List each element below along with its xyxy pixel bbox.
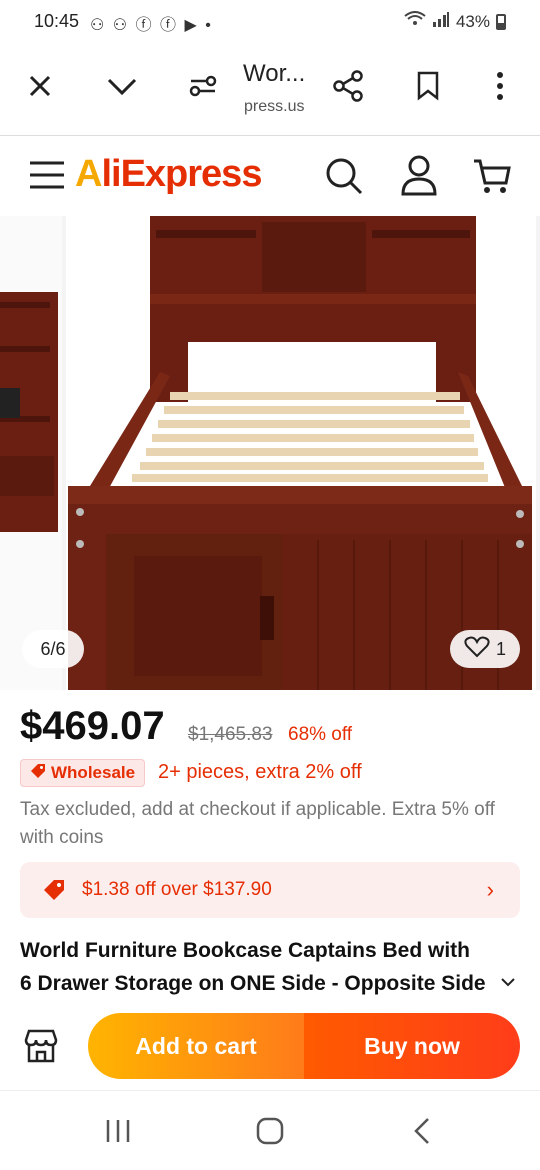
wholesale-badge: Wholesale bbox=[20, 759, 146, 787]
system-nav-bar bbox=[0, 1090, 540, 1170]
bookmark-icon[interactable] bbox=[406, 64, 450, 108]
site-settings-icon[interactable] bbox=[181, 64, 225, 108]
coupon-tag-icon bbox=[42, 878, 66, 907]
store-icon[interactable] bbox=[22, 1028, 60, 1064]
tag-icon bbox=[30, 763, 46, 784]
cart-icon[interactable] bbox=[472, 156, 512, 196]
wishlist-button[interactable]: 1 bbox=[450, 630, 520, 668]
chevron-right-icon: › bbox=[486, 877, 494, 902]
status-right: 43% bbox=[404, 11, 506, 32]
battery-percent: 43% bbox=[455, 11, 490, 31]
product-image-gallery[interactable] bbox=[0, 216, 540, 690]
recent-apps-icon[interactable] bbox=[98, 1113, 138, 1149]
image-counter: 6/6 bbox=[22, 630, 84, 668]
aliexpress-logo[interactable]: AliExpress bbox=[75, 153, 262, 196]
status-time: 10:45 bbox=[34, 11, 80, 31]
back-icon[interactable] bbox=[402, 1113, 442, 1149]
notification-icons: ⚇ ⚇ ⓕ ⓕ ▶ • bbox=[90, 17, 213, 34]
app-header: AliExpress bbox=[0, 136, 540, 216]
coupon-banner[interactable]: $1.38 off over $137.90 › bbox=[20, 862, 520, 918]
wholesale-offer: 2+ pieces, extra 2% off bbox=[158, 761, 362, 783]
add-to-cart-button[interactable]: Add to cart bbox=[88, 1013, 304, 1079]
discount-percent: 68% off bbox=[288, 724, 353, 745]
current-price: $469.07 bbox=[20, 704, 165, 748]
search-icon[interactable] bbox=[324, 156, 364, 196]
chevron-down-icon[interactable] bbox=[100, 64, 144, 108]
coupon-text: $1.38 off over $137.90 bbox=[82, 879, 272, 900]
browser-url[interactable]: press.us bbox=[244, 98, 304, 116]
buy-now-button[interactable]: Buy now bbox=[304, 1013, 520, 1079]
browser-toolbar: Wor... press.us bbox=[0, 44, 540, 136]
product-image bbox=[0, 216, 540, 690]
battery-icon bbox=[496, 13, 506, 30]
signal-icon bbox=[432, 11, 450, 32]
status-bar: 10:45 ⚇ ⚇ ⓕ ⓕ ▶ • 43% bbox=[0, 0, 540, 44]
original-price: $1,465.83 bbox=[188, 724, 273, 745]
product-title: World Furniture Bookcase Captains Bed wi… bbox=[20, 939, 486, 995]
expand-title-icon[interactable] bbox=[496, 970, 520, 994]
home-icon[interactable] bbox=[250, 1113, 290, 1149]
browser-page-title: Wor... bbox=[243, 60, 306, 87]
bottom-action-bar: Add to cart Buy now bbox=[0, 1000, 540, 1090]
tax-note: Tax excluded, add at checkout if applica… bbox=[20, 799, 495, 848]
heart-icon bbox=[464, 636, 490, 663]
share-icon[interactable] bbox=[326, 64, 370, 108]
menu-icon[interactable] bbox=[28, 158, 66, 192]
account-icon[interactable] bbox=[400, 154, 438, 196]
close-icon[interactable] bbox=[18, 64, 62, 108]
wifi-icon bbox=[404, 11, 426, 32]
wishlist-count: 1 bbox=[495, 638, 506, 659]
more-options-icon[interactable] bbox=[478, 64, 522, 108]
